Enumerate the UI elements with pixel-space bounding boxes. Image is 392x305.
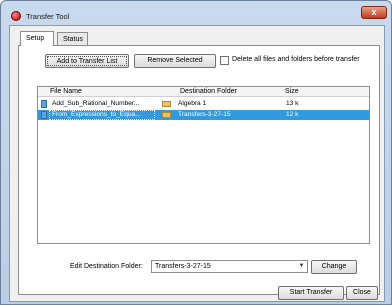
file-name-cell: From_Expressions_to_Equa... [52,111,141,118]
dialog-body: Setup Status Add to Transfer List Remove… [9,25,385,302]
file-name-cell: Add_Sub_Rational_Number... [52,100,140,107]
size-cell: 13 k [286,100,299,107]
column-header-size[interactable]: Size [285,88,299,95]
table-header: File Name Destination Folder Size [38,87,369,97]
delete-all-checkbox[interactable] [220,56,229,65]
transfer-list-table[interactable]: File Name Destination Folder Size Add_Su… [37,86,370,244]
tab-setup[interactable]: Setup [20,31,54,46]
title-bar: Transfer Tool x [1,1,391,25]
start-transfer-button[interactable]: Start Transfer [278,286,344,300]
tab-status[interactable]: Status [57,32,88,45]
change-button[interactable]: Change [311,260,357,274]
table-row[interactable]: Add_Sub_Rational_Number... Algebra 1 13 … [38,99,369,109]
size-cell: 12 k [286,111,299,118]
table-row-selected[interactable]: From_Expressions_to_Equa... Transfers-3-… [38,110,369,120]
delete-all-label: Delete all files and folders before tran… [232,56,360,63]
add-to-transfer-list-label: Add to Transfer List [47,56,127,66]
destination-cell: Transfers-3-27-15 [178,111,231,118]
window-title: Transfer Tool [26,12,70,21]
add-to-transfer-list-button[interactable]: Add to Transfer List [45,54,129,68]
folder-icon [162,101,171,107]
destination-folder-value: Transfers-3-27-15 [155,263,211,270]
edit-destination-label: Edit Destination Folder: [70,263,143,270]
column-header-file-name[interactable]: File Name [50,88,82,95]
destination-folder-select[interactable]: Transfers-3-27-15 ▼ [151,260,308,273]
chevron-down-icon[interactable]: ▼ [297,262,306,271]
file-icon [41,100,47,108]
remove-selected-button[interactable]: Remove Selected [134,54,216,68]
file-icon [41,111,47,119]
column-header-destination-folder[interactable]: Destination Folder [180,88,237,95]
transfer-tool-window: Transfer Tool x Setup Status Add to Tran… [0,0,392,305]
close-button[interactable]: Close [346,286,378,300]
window-close-button[interactable]: x [361,6,387,19]
folder-icon [162,112,171,118]
app-icon [11,11,21,21]
destination-cell: Algebra 1 [178,100,207,107]
